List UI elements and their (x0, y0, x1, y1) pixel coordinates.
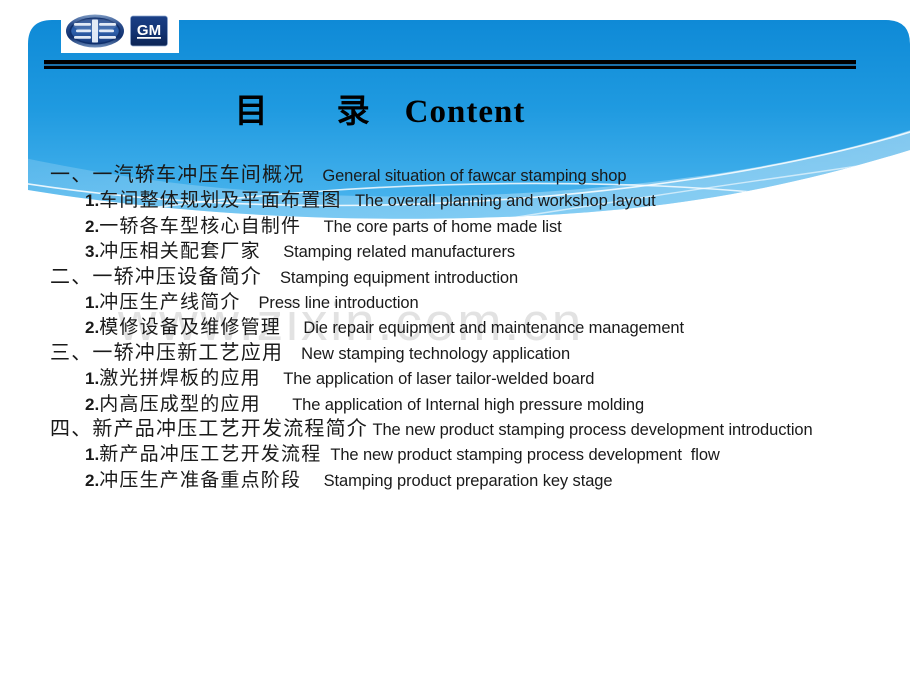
toc-gap (342, 192, 355, 210)
toc-sub-item: 2.内高压成型的应用 The application of Internal h… (50, 392, 910, 417)
toc-sub-number: 1. (85, 292, 100, 312)
toc-sub-number: 1. (85, 191, 100, 211)
toc-label-zh: 新产品冲压工艺开发流程简介 (92, 417, 369, 440)
toc-label-zh: 一汽轿车冲压车间概况 (92, 164, 305, 186)
toc-label-en: General situation of fawcar stamping sho… (322, 167, 627, 185)
toc-label-zh: 激光拼焊板的应用 (99, 368, 261, 390)
toc-label-zh: 冲压相关配套厂家 (99, 241, 261, 263)
logo-block: GM (61, 9, 179, 53)
toc-section-marker: 二、 (50, 265, 93, 288)
toc-label-en: Stamping related manufacturers (283, 243, 516, 262)
toc-sub-number: 2. (85, 216, 100, 236)
toc-label-zh: 车间整体规划及平面布置图 (99, 190, 342, 212)
toc-section-item: 一、一汽轿车冲压车间概况 General situation of fawcar… (50, 163, 910, 188)
toc-label-zh: 一轿冲压设备简介 (92, 265, 263, 288)
title-divider-rule (44, 60, 856, 70)
toc-label-en: The application of Internal high pressur… (292, 395, 645, 414)
toc-gap (261, 370, 283, 388)
toc-label-en: The application of laser tailor-welded b… (283, 370, 595, 389)
toc-label-en: Stamping equipment introduction (279, 268, 519, 287)
toc-sub-item: 1.新产品冲压工艺开发流程 The new product stamping p… (50, 442, 910, 467)
toc-label-zh: 冲压生产准备重点阶段 (99, 469, 302, 491)
toc-label-en: The overall planning and workshop layout (355, 192, 656, 211)
toc-gap (283, 345, 301, 363)
toc-label-zh: 模修设备及维修管理 (99, 317, 281, 339)
toc-sub-number: 2. (85, 318, 100, 338)
svg-text:GM: GM (137, 22, 161, 39)
toc-gap (261, 243, 283, 261)
toc-gap (281, 319, 303, 337)
toc-section-item: 四、新产品冲压工艺开发流程简介 The new product stamping… (50, 417, 910, 442)
toc-section-marker: 三、 (50, 341, 93, 364)
toc-section-marker: 一、 (50, 164, 93, 186)
faw-logo (66, 14, 124, 48)
toc-sub-number: 2. (85, 470, 100, 490)
toc-sub-item: 1.冲压生产线简介 Press line introduction (50, 290, 910, 315)
toc-gap (241, 294, 259, 312)
toc-label-en: Stamping product preparation key stage (323, 471, 613, 490)
page-title: 目 录 Content (234, 94, 526, 130)
toc-gap (301, 218, 323, 236)
toc-label-en: The core parts of home made list (323, 217, 562, 236)
toc-sub-number: 3. (85, 242, 100, 262)
toc-sub-item: 2.冲压生产准备重点阶段 Stamping product preparatio… (50, 468, 910, 493)
toc-label-zh: 新产品冲压工艺开发流程 (99, 444, 322, 466)
toc-label-zh: 冲压生产线简介 (99, 291, 241, 313)
toc-sub-number: 2. (85, 394, 100, 414)
toc-gap (301, 472, 323, 490)
toc-section-item: 二、一轿冲压设备简介 Stamping equipment introducti… (50, 265, 910, 290)
rule-bar-bottom (44, 66, 856, 69)
gm-logo: GM (130, 15, 168, 47)
toc-gap (262, 269, 280, 287)
toc-label-en: New stamping technology application (301, 344, 571, 363)
toc-sub-item: 2.一轿各车型核心自制件 The core parts of home made… (50, 214, 910, 239)
presentation-slide: GM 目 录 Content www.zixin.com.cn 一、一汽轿车冲压… (0, 0, 920, 690)
toc-gap (261, 396, 292, 414)
toc-sub-item: 3.冲压相关配套厂家 Stamping related manufacturer… (50, 239, 910, 264)
toc-label-en: The new product stamping process develop… (372, 420, 813, 439)
toc-gap (321, 446, 330, 464)
toc-label-en: Die repair equipment and maintenance man… (303, 319, 684, 338)
toc-sub-number: 1. (85, 445, 100, 465)
toc-sub-number: 1. (85, 369, 100, 389)
toc-gap (304, 167, 322, 185)
toc-sub-item: 1.激光拼焊板的应用 The application of laser tail… (50, 366, 910, 391)
toc-label-zh: 一轿冲压新工艺应用 (92, 341, 284, 364)
toc-label-zh: 内高压成型的应用 (99, 393, 261, 415)
toc-sub-item: 1.车间整体规划及平面布置图 The overall planning and … (50, 188, 910, 213)
toc-label-en: The new product stamping process develop… (330, 446, 720, 465)
toc-section-item: 三、一轿冲压新工艺应用 New stamping technology appl… (50, 341, 910, 366)
table-of-contents: 一、一汽轿车冲压车间概况 General situation of fawcar… (50, 163, 910, 493)
toc-label-zh: 一轿各车型核心自制件 (99, 215, 302, 237)
toc-sub-item: 2.模修设备及维修管理 Die repair equipment and mai… (50, 315, 910, 340)
toc-section-marker: 四、 (50, 417, 93, 440)
toc-label-en: Press line introduction (258, 293, 419, 312)
